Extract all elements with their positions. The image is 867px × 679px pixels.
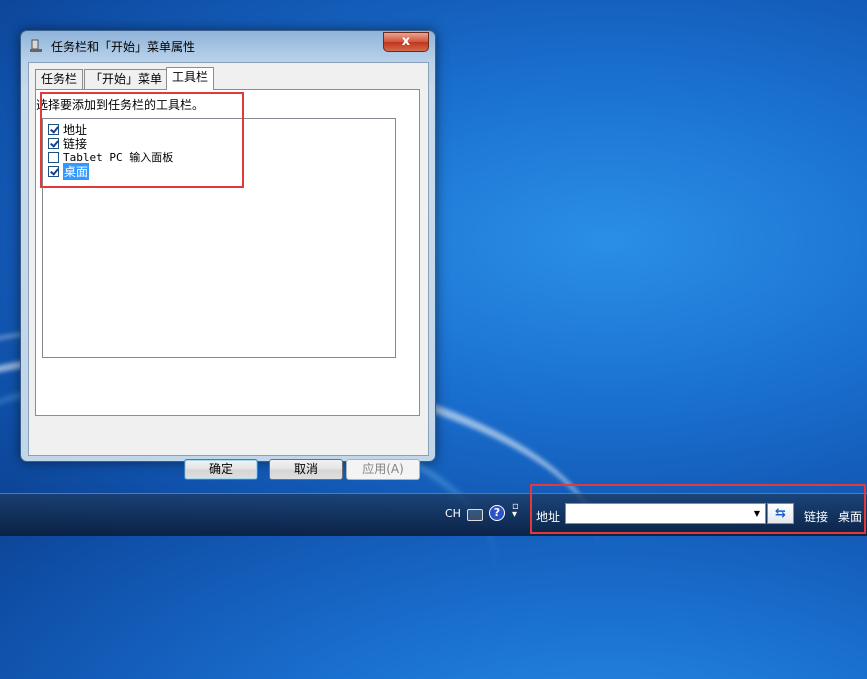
tab-start-menu[interactable]: 「开始」菜单 xyxy=(84,69,169,89)
toolbar-list: 地址 链接 Tablet PC 输入面板 桌面 xyxy=(42,118,396,358)
links-toolbar[interactable]: 链接 xyxy=(804,508,828,525)
options-icon[interactable]: ▫ ▾ xyxy=(512,502,519,520)
list-item-links[interactable]: 链接 xyxy=(48,136,87,151)
instruction-text: 选择要添加到任务栏的工具栏。 xyxy=(36,98,205,112)
checkbox-checked[interactable] xyxy=(48,165,59,177)
tab-toolbars[interactable]: 工具栏 xyxy=(166,67,215,90)
tab-taskbar[interactable]: 任务栏 xyxy=(35,69,84,89)
taskbar-properties-window: 任务栏和「开始」菜单属性 x 任务栏 「开始」菜单 工具栏 确定 取消 应用(A… xyxy=(20,30,436,480)
checkbox-checked[interactable] xyxy=(48,123,59,135)
language-indicator[interactable]: CH xyxy=(445,507,461,520)
checkbox-unchecked[interactable] xyxy=(48,151,59,163)
keyboard-icon[interactable] xyxy=(467,509,483,521)
help-icon[interactable]: ? xyxy=(489,505,505,521)
apply-button: 应用(A) xyxy=(346,459,420,480)
address-toolbar-label: 地址 xyxy=(536,510,561,524)
go-arrow-icon[interactable]: ⇆ xyxy=(767,503,794,524)
checkbox-checked[interactable] xyxy=(48,137,59,149)
list-item-desktop[interactable]: 桌面 xyxy=(48,162,90,180)
cancel-button[interactable]: 取消 xyxy=(269,459,343,480)
address-input[interactable] xyxy=(565,503,766,524)
chevron-down-icon[interactable]: ▼ xyxy=(750,504,764,523)
ok-button[interactable]: 确定 xyxy=(184,459,258,480)
list-item-label: 桌面 xyxy=(63,162,90,180)
desktop-toolbar[interactable]: 桌面 xyxy=(838,508,862,525)
window-title: 任务栏和「开始」菜单属性 xyxy=(51,40,196,54)
close-button[interactable]: x xyxy=(383,32,429,52)
taskbar-properties-icon xyxy=(30,39,42,52)
